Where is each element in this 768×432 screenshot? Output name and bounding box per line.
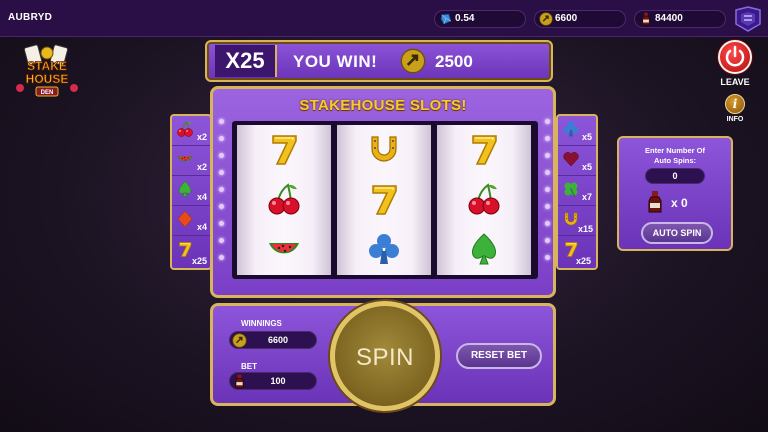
machine-title: STAKEHOUSE SLOTS!	[299, 97, 467, 114]
reel-3	[437, 125, 531, 275]
slot-machine: STAKEHOUSE SLOTS!	[210, 86, 556, 298]
auto-spin-label: Enter Number Of Auto Spins:	[644, 146, 705, 165]
bottle-balance: 84400	[634, 10, 726, 28]
horseshoe-icon	[366, 131, 402, 167]
bottle-icon	[645, 190, 665, 214]
coin-balance-value: 6600	[555, 13, 578, 24]
info-label: INFO	[726, 116, 744, 123]
logo-line2: HOUSE	[26, 72, 69, 86]
paytable-row: x25	[558, 236, 596, 266]
win-text: YOU WIN!	[293, 52, 378, 71]
cherry-icon	[176, 120, 194, 138]
bottle-balance-value: 84400	[655, 13, 683, 24]
coin-icon	[539, 12, 553, 26]
bet-label: BET	[241, 362, 257, 371]
winnings-value: 6600	[267, 335, 289, 345]
paytable-multiplier: x4	[197, 222, 208, 232]
top-bar: AUBRYD 0.54 6600 84400	[0, 0, 768, 37]
reel-1	[237, 125, 331, 275]
logo-line3: DEN	[41, 90, 54, 96]
bet-input[interactable]: 100	[229, 372, 317, 390]
paytable-row: x7	[558, 176, 596, 206]
paytable-multiplier: x5	[582, 132, 593, 142]
coin-icon	[400, 48, 426, 74]
control-panel: WINNINGS 6600 BET 100 SPIN RESET BET	[210, 301, 556, 411]
gem-balance: 0.54	[434, 10, 526, 28]
paytable-row: x4	[172, 206, 210, 236]
brand-logo-icon[interactable]	[733, 6, 763, 32]
auto-spin-count-input[interactable]: 0	[645, 168, 705, 184]
watermelon-icon	[176, 150, 194, 168]
spade-icon	[176, 180, 194, 198]
watermelon-icon	[266, 231, 302, 267]
paytable-row: x5	[558, 146, 596, 176]
paytable-row: x5	[558, 116, 596, 146]
bottle-icon	[639, 12, 653, 26]
paytable-row: x15	[558, 206, 596, 236]
win-amount: 2500	[435, 52, 473, 71]
win-multiplier: X25	[215, 45, 277, 77]
paytable-multiplier: x2	[197, 132, 208, 142]
paytable-multiplier: x4	[197, 192, 208, 202]
paytable-multiplier: x5	[582, 162, 593, 172]
club-icon	[366, 231, 402, 267]
marquee-lights-left	[219, 119, 227, 272]
power-icon	[725, 45, 745, 67]
gem-balance-value: 0.54	[455, 13, 475, 24]
seven-icon	[266, 131, 302, 167]
auto-spin-bottle-count: x 0	[671, 196, 688, 210]
paytable-row: x25	[172, 236, 210, 266]
paytable-row: x4	[172, 176, 210, 206]
paytable-multiplier: x15	[578, 224, 594, 234]
spin-button[interactable]: SPIN	[330, 301, 440, 411]
gem-icon	[439, 12, 453, 26]
username: AUBRYD	[8, 12, 53, 23]
leave-button[interactable]	[718, 40, 752, 74]
coin-balance: 6600	[534, 10, 626, 28]
club-icon	[562, 120, 580, 138]
winnings-display: 6600	[229, 331, 317, 349]
seven-icon	[366, 181, 402, 217]
paytable-multiplier: x2	[197, 162, 208, 172]
diamond-icon	[176, 210, 194, 228]
paytable-right: x5 x5 x7 x15 x25	[556, 114, 598, 270]
auto-spin-panel: Enter Number Of Auto Spins: 0 x 0 AUTO S…	[617, 136, 733, 251]
spin-label: SPIN	[355, 344, 414, 371]
win-banner: X25 YOU WIN! 2500	[205, 40, 553, 82]
paytable-multiplier: x25	[576, 256, 592, 266]
stakehouse-den-logo: STAKE HOUSE DEN	[16, 44, 78, 97]
spade-icon	[466, 231, 502, 267]
logo-line1: STAKE	[27, 59, 67, 73]
paytable-multiplier: x7	[582, 192, 593, 202]
cherry-icon	[266, 181, 302, 217]
paytable-row: x2	[172, 146, 210, 176]
winnings-label: WINNINGS	[241, 319, 282, 328]
reel-window	[232, 121, 538, 279]
bet-value: 100	[270, 376, 286, 386]
heart-icon	[562, 150, 580, 168]
paytable-row: x2	[172, 116, 210, 146]
info-button[interactable]: i	[725, 94, 745, 114]
reset-bet-button[interactable]: RESET BET	[456, 343, 542, 369]
reel-2	[337, 125, 431, 275]
seven-icon	[466, 131, 502, 167]
clover-icon	[562, 180, 580, 198]
leave-label: LEAVE	[720, 77, 750, 87]
cherry-icon	[466, 181, 502, 217]
marquee-lights-right	[545, 119, 553, 272]
auto-spin-button[interactable]: AUTO SPIN	[641, 222, 713, 244]
paytable-left: x2 x2 x4 x4 x25	[170, 114, 212, 270]
paytable-multiplier: x25	[192, 256, 208, 266]
